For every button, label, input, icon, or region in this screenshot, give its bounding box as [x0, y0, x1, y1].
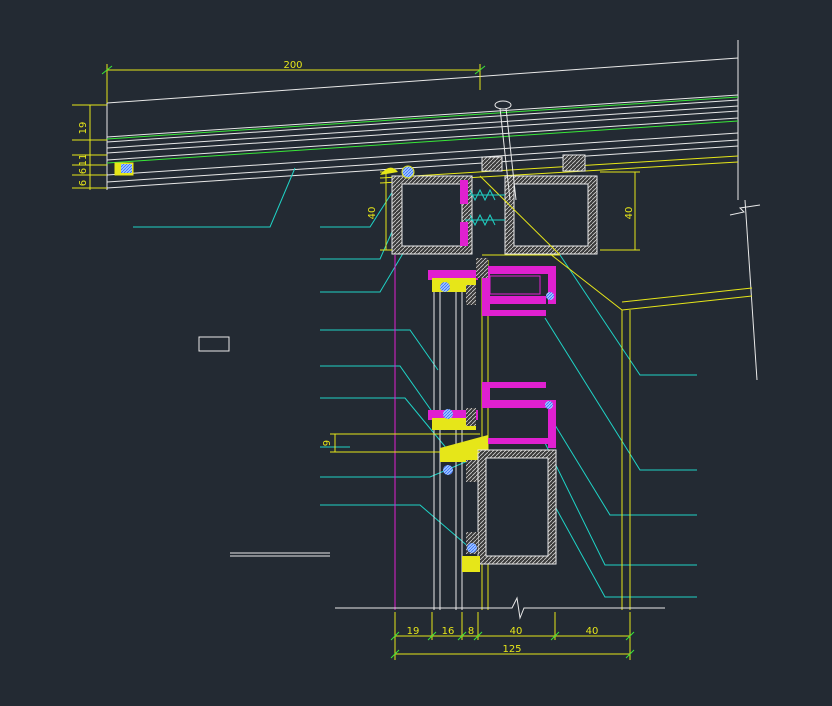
- lower-yellow: [462, 556, 480, 572]
- dim-left-19: 19: [78, 122, 89, 135]
- dim-bottom-40a: 40: [510, 626, 523, 637]
- roof-green-layer: [106, 96, 739, 164]
- dim-bottom-40b: 40: [586, 626, 599, 637]
- cad-drawing-canvas: 200 19 11 6 6 40 40 9 19 16 8 40 40 125: [0, 0, 832, 702]
- upper-hatch-block: [476, 258, 488, 278]
- dim-left-6a: 6: [78, 168, 89, 174]
- dim-bottom-19: 19: [407, 626, 420, 637]
- dim-bottom-16: 16: [442, 626, 455, 637]
- gutter-seal-blue: [121, 164, 132, 173]
- base-line: [335, 596, 665, 620]
- middle-glazing-clip: [428, 408, 478, 430]
- left-stack-dimension: [72, 104, 107, 190]
- top-block-right: [562, 154, 586, 172]
- middle-bolt: [545, 401, 553, 409]
- upper-glazing-clip: [428, 270, 478, 305]
- screw-head-2: [460, 222, 468, 246]
- dim-left-6b: 6: [78, 180, 89, 186]
- dim-top-width: 200: [283, 60, 302, 71]
- upper-bolt: [546, 292, 554, 300]
- seal-top-left: [401, 165, 415, 179]
- dim-gap: 9: [322, 440, 333, 446]
- dim-frame-left: 40: [367, 207, 378, 220]
- dim-frame-right: 40: [624, 207, 635, 220]
- lower-tube: [477, 449, 557, 565]
- top-block-left: [481, 156, 503, 172]
- glass-panes: [433, 270, 463, 610]
- dim-bottom-8: 8: [468, 626, 474, 637]
- underline-mark: [230, 552, 330, 557]
- lower-seal: [467, 543, 477, 553]
- small-rect: [198, 336, 230, 352]
- upper-spacer: [489, 275, 541, 295]
- middle-mullion-clip: [482, 382, 556, 448]
- screw-head-1: [460, 180, 468, 204]
- cad-drawing: 200 19 11 6 6 40 40 9 19 16 8 40 40 125: [72, 40, 761, 660]
- dim-left-11: 11: [78, 154, 89, 167]
- dim-bottom-total: 125: [502, 644, 521, 655]
